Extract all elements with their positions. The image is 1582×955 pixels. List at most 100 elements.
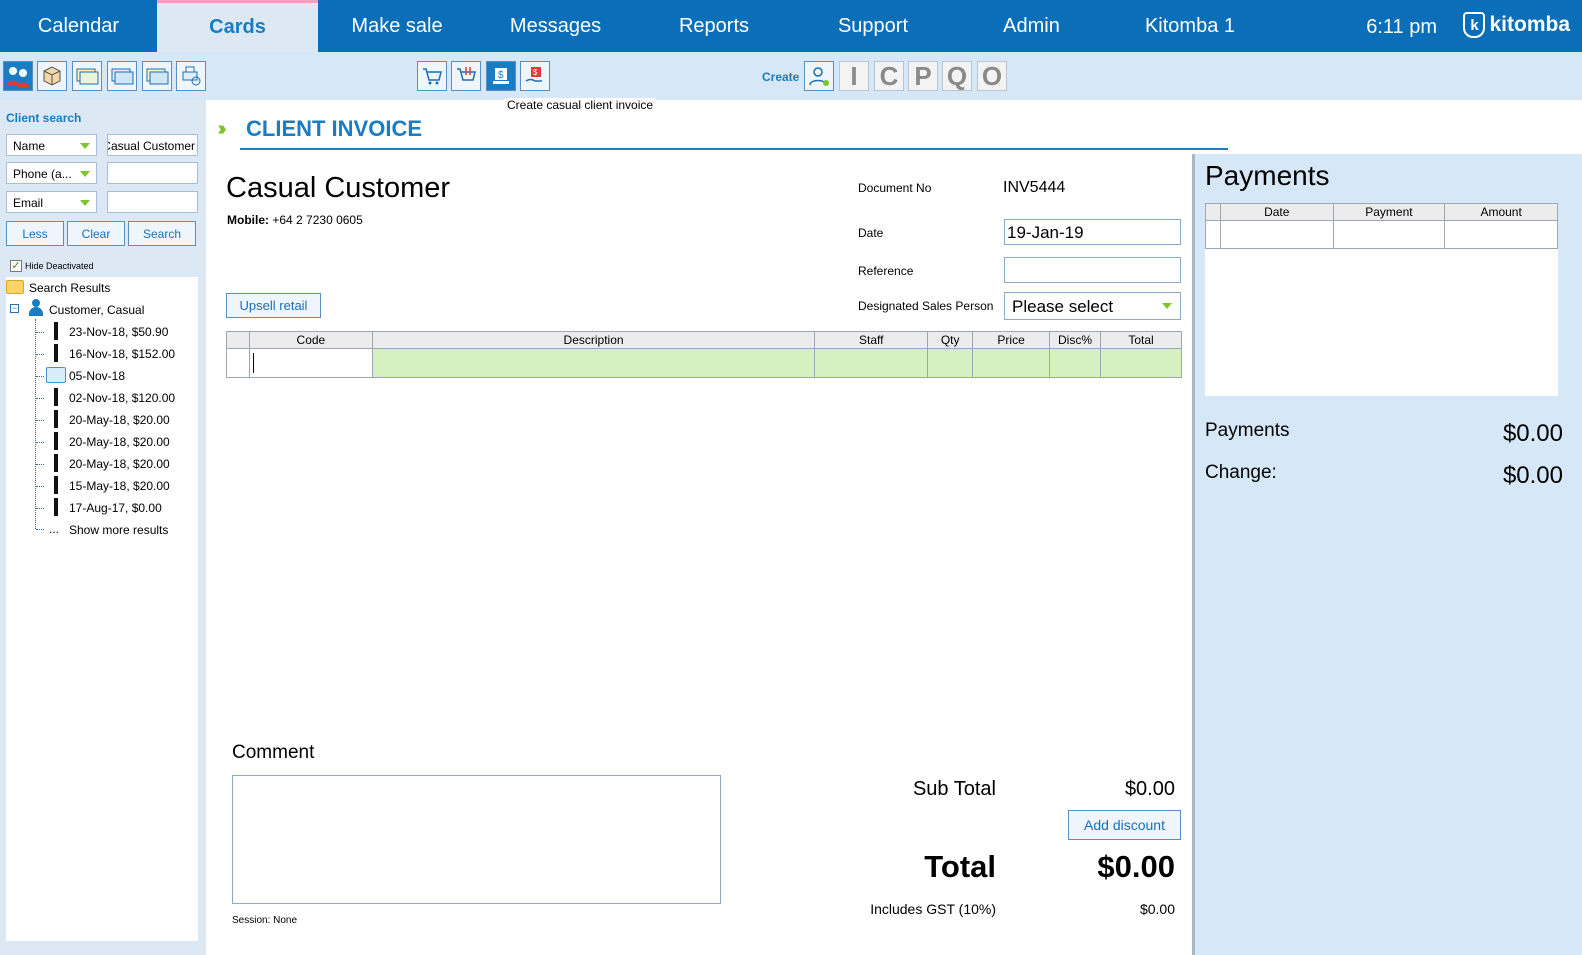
create-client-icon[interactable]	[804, 61, 834, 91]
staff-cell[interactable]	[814, 348, 929, 378]
voucher-icon[interactable]	[72, 61, 102, 91]
create-quote-button[interactable]: Q	[942, 61, 972, 91]
client-search-title: Client search	[6, 111, 82, 125]
tree-item[interactable]: 20-May-18, $20.00	[69, 435, 170, 449]
payments-panel: Payments Date Payment Amount Payments $0…	[1192, 154, 1582, 955]
clock: 6:11 pm	[1366, 16, 1437, 38]
tree-line	[36, 420, 44, 421]
tree-line	[35, 319, 36, 529]
svg-text:$: $	[533, 68, 538, 77]
comment-textarea[interactable]	[232, 775, 721, 904]
tree-item[interactable]: 02-Nov-18, $120.00	[69, 391, 175, 405]
payment-hand-icon[interactable]: $	[520, 61, 550, 91]
search-field-select-3[interactable]: Email	[6, 191, 97, 213]
search-input-phone[interactable]	[107, 162, 198, 184]
tree-item[interactable]: 23-Nov-18, $50.90	[69, 325, 168, 339]
hide-deactivated[interactable]: ✓ Hide Deactivated	[10, 260, 94, 272]
account-card-icon[interactable]	[107, 61, 137, 91]
print-search-icon[interactable]	[176, 61, 206, 91]
doc-no-value: INV5444	[1003, 179, 1066, 196]
session-info: Session: None	[232, 915, 298, 926]
tree-client[interactable]: Customer, Casual	[49, 303, 144, 317]
search-input-name[interactable]: Casual Customer	[107, 134, 198, 156]
subtotal-label: Sub Total	[912, 778, 996, 800]
payment-type-cell[interactable]	[1332, 220, 1446, 249]
search-field-select-1[interactable]: Name	[6, 134, 97, 156]
payment-amount-cell[interactable]	[1444, 220, 1558, 249]
create-invoice-button[interactable]: I	[839, 61, 869, 91]
gst-value: $0.00	[1139, 901, 1175, 917]
casual-invoice-icon[interactable]: $	[486, 61, 516, 91]
clear-button[interactable]: Clear	[67, 221, 125, 246]
change-label: Change:	[1205, 462, 1277, 483]
tree-item[interactable]: 16-Nov-18, $152.00	[69, 347, 175, 361]
prepaid-icon[interactable]	[142, 61, 172, 91]
chevron-down-icon	[80, 200, 90, 206]
appointment-book-icon	[46, 367, 66, 383]
tree-item[interactable]: 15-May-18, $20.00	[69, 479, 170, 493]
tree-line	[36, 486, 44, 487]
page-title: CLIENT INVOICE	[246, 116, 423, 141]
transaction-bar-icon	[54, 432, 58, 450]
transaction-bar-icon	[54, 476, 58, 494]
tree-item[interactable]: 20-May-18, $20.00	[69, 457, 170, 471]
select-label: Name	[13, 139, 46, 153]
sales-person-select[interactable]: Please select	[1004, 292, 1181, 320]
customer-name: Casual Customer	[226, 172, 451, 204]
search-button[interactable]: Search	[128, 221, 196, 246]
show-more-results[interactable]: Show more results	[69, 523, 168, 537]
col-payment: Payment	[1332, 203, 1446, 221]
collapse-icon[interactable]: −	[10, 304, 19, 313]
table-row	[226, 348, 1182, 378]
tab-cards[interactable]: Cards	[157, 0, 318, 52]
search-field-select-2[interactable]: Phone (a...	[6, 162, 97, 184]
upsell-retail-button[interactable]: Upsell retail	[226, 293, 321, 318]
row-marker-header	[226, 331, 250, 349]
description-cell[interactable]	[371, 348, 816, 378]
payments-table: Date Payment Amount	[1205, 203, 1558, 249]
payments-total-value: $0.00	[1502, 420, 1563, 447]
gst-label: Includes GST (10%)	[870, 901, 996, 917]
select-label: Phone (a...	[13, 167, 72, 181]
tab-make-sale[interactable]: Make sale	[318, 0, 476, 52]
checkbox-checked-icon[interactable]: ✓	[10, 260, 22, 272]
invoice-main: ››› CLIENT INVOICE Casual Customer Mobil…	[206, 100, 1228, 955]
disc-cell[interactable]	[1049, 348, 1102, 378]
select-label: Email	[13, 196, 44, 210]
tree-line	[36, 354, 44, 355]
change-value: $0.00	[1502, 462, 1563, 489]
tab-support[interactable]: Support	[793, 0, 953, 52]
total-label: Total	[924, 849, 996, 884]
tab-calendar[interactable]: Calendar	[0, 0, 157, 52]
client-card-icon[interactable]	[3, 61, 33, 91]
doc-no-label: Document No	[858, 181, 932, 195]
cart-return-icon[interactable]	[451, 61, 481, 91]
less-button[interactable]: Less	[6, 221, 64, 246]
tab-reports[interactable]: Reports	[635, 0, 793, 52]
transaction-bar-icon	[54, 322, 58, 340]
tab-admin[interactable]: Admin	[953, 0, 1110, 52]
tree-item[interactable]: 05-Nov-18	[69, 369, 125, 383]
create-purchase-button[interactable]: P	[908, 61, 938, 91]
code-cell[interactable]	[248, 348, 373, 378]
search-input-email[interactable]	[107, 191, 198, 213]
tree-item[interactable]: 17-Aug-17, $0.00	[69, 501, 162, 515]
reference-input[interactable]	[1004, 257, 1181, 283]
create-order-button[interactable]: O	[977, 61, 1007, 91]
retail-cart-icon[interactable]	[417, 61, 447, 91]
date-input[interactable]: 19-Jan-19	[1004, 219, 1181, 245]
payment-date-cell[interactable]	[1219, 220, 1334, 249]
chevron-down-icon	[1162, 303, 1172, 309]
tab-messages[interactable]: Messages	[476, 0, 635, 52]
add-discount-button[interactable]: Add discount	[1068, 810, 1181, 840]
tree-line	[36, 508, 44, 509]
product-box-icon[interactable]	[37, 61, 67, 91]
tree-item[interactable]: 20-May-18, $20.00	[69, 413, 170, 427]
qty-cell[interactable]	[927, 348, 974, 378]
create-credit-button[interactable]: C	[874, 61, 904, 91]
tooltip: Create casual client invoice	[504, 98, 657, 112]
price-cell[interactable]	[972, 348, 1051, 378]
tree-root[interactable]: Search Results	[29, 281, 110, 295]
tab-kitomba-1[interactable]: Kitomba 1	[1110, 0, 1270, 52]
row-marker-header	[1205, 203, 1221, 221]
